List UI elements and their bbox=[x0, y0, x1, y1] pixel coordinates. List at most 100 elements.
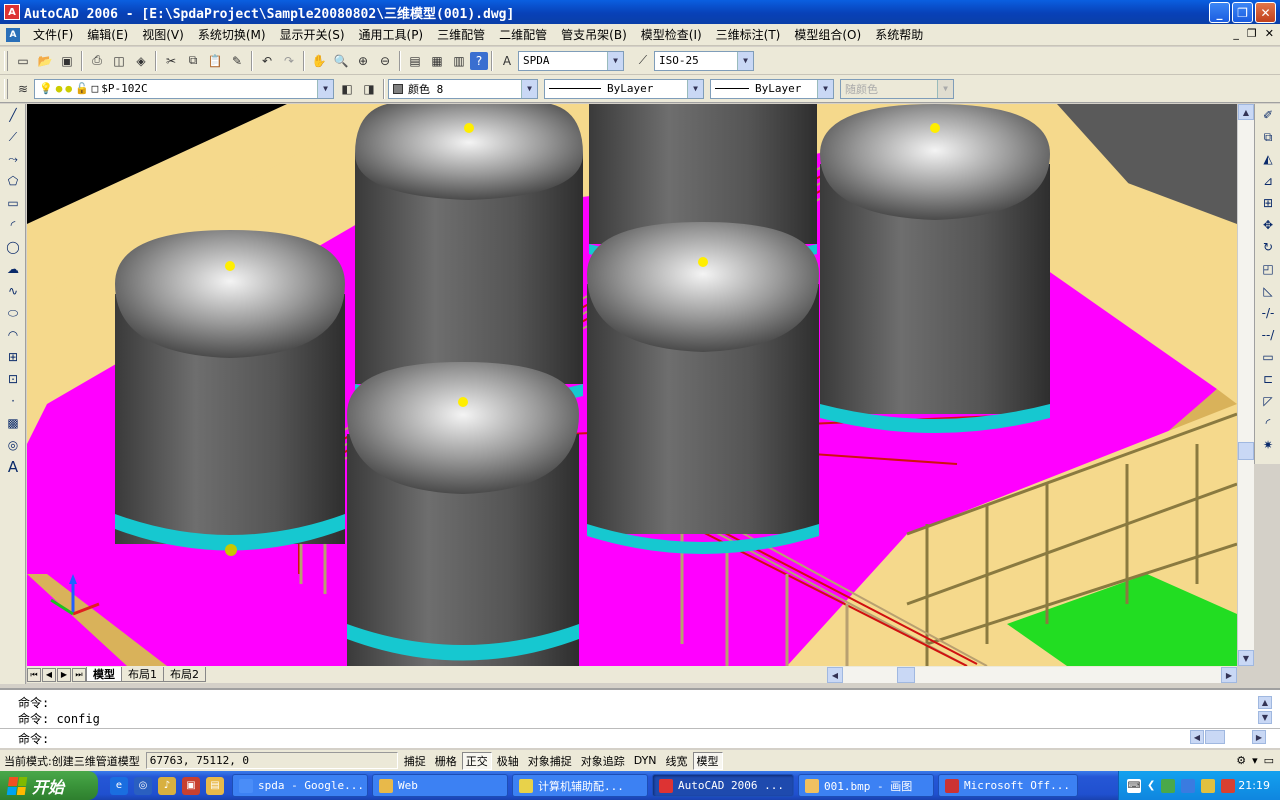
chevron-down-icon[interactable]: ▼ bbox=[317, 79, 333, 98]
construction-line-icon[interactable]: ⟋ bbox=[0, 126, 26, 148]
restore-button[interactable]: ❐ bbox=[1232, 2, 1253, 23]
minimize-button[interactable]: _ bbox=[1209, 2, 1230, 23]
offset-icon[interactable]: ⊿ bbox=[1255, 170, 1280, 192]
clean-screen-icon[interactable]: ▭ bbox=[1264, 754, 1274, 767]
antivirus-icon[interactable] bbox=[1221, 778, 1236, 793]
chevron-down-icon[interactable]: ▼ bbox=[521, 79, 537, 98]
polygon-icon[interactable]: ⬠ bbox=[0, 170, 26, 192]
status-toggle-0[interactable]: 捕捉 bbox=[400, 752, 430, 770]
layer-select[interactable]: 💡 ● ● 🔓 □ $P-102C ▼ bbox=[34, 78, 334, 99]
arc-icon[interactable]: ◜ bbox=[0, 214, 26, 236]
menu-system-switch[interactable]: 系统切换(M) bbox=[191, 26, 273, 43]
save-icon[interactable]: ▣ bbox=[56, 50, 78, 72]
autocad-app-icon[interactable]: A bbox=[4, 4, 20, 20]
cmd-scroll-down-icon[interactable]: ▼ bbox=[1258, 711, 1272, 724]
ie-icon[interactable]: e bbox=[110, 776, 128, 795]
lineweight-select[interactable]: ByLayer ▼ bbox=[710, 78, 834, 99]
status-toggle-8[interactable]: 模型 bbox=[692, 751, 723, 770]
array-icon[interactable]: ⊞ bbox=[1255, 192, 1280, 214]
menu-2d-piping[interactable]: 二维配管 bbox=[492, 26, 554, 43]
last-tab-icon[interactable]: ⏭ bbox=[72, 667, 86, 682]
fillet-icon[interactable]: ◜ bbox=[1255, 412, 1280, 434]
polyline-icon[interactable]: ⤳ bbox=[0, 148, 26, 170]
security-icon[interactable] bbox=[1201, 778, 1216, 793]
document-icon[interactable]: A bbox=[6, 27, 20, 42]
horizontal-scroll-thumb[interactable] bbox=[897, 667, 915, 683]
help-icon[interactable]: ? bbox=[470, 51, 488, 70]
toolbar-grip[interactable] bbox=[4, 78, 8, 99]
region-icon[interactable]: ◎ bbox=[0, 434, 26, 456]
design-center-icon[interactable]: ▦ bbox=[426, 50, 448, 72]
new-icon[interactable]: ▭ bbox=[12, 50, 34, 72]
horizontal-scrollbar[interactable]: ◀ ▶ bbox=[827, 667, 1237, 683]
line-icon[interactable]: ╱ bbox=[0, 104, 26, 126]
taskbar-task-1[interactable]: Web bbox=[372, 774, 508, 797]
taskbar-task-0[interactable]: spda - Google... bbox=[232, 774, 368, 797]
menu-view[interactable]: 视图(V) bbox=[135, 26, 191, 43]
menu-file[interactable]: 文件(F) bbox=[26, 26, 80, 43]
scroll-left-icon[interactable]: ◀ bbox=[827, 667, 843, 683]
tab-layout1[interactable]: 布局1 bbox=[121, 667, 164, 682]
chamfer-icon[interactable]: ◸ bbox=[1255, 390, 1280, 412]
properties-icon[interactable]: ▤ bbox=[404, 50, 426, 72]
status-toggle-5[interactable]: 对象追踪 bbox=[577, 752, 629, 770]
undo-icon[interactable]: ↶ bbox=[256, 50, 278, 72]
display-icon[interactable] bbox=[1181, 778, 1196, 793]
rectangle-icon[interactable]: ▭ bbox=[0, 192, 26, 214]
tab-model[interactable]: 模型 bbox=[86, 667, 122, 682]
menu-general-tools[interactable]: 通用工具(P) bbox=[352, 26, 431, 43]
zoom-previous-icon[interactable]: ⊖ bbox=[374, 50, 396, 72]
toolbar-grip[interactable] bbox=[4, 50, 8, 71]
point-icon[interactable]: · bbox=[0, 390, 26, 412]
communication-center-icon[interactable]: ⚙ bbox=[1236, 754, 1246, 767]
extend-icon[interactable]: --/ bbox=[1255, 324, 1280, 346]
menu-3d-dimension[interactable]: 三维标注(T) bbox=[709, 26, 788, 43]
open-icon[interactable]: 📂 bbox=[34, 50, 56, 72]
taskbar-task-3[interactable]: AutoCAD 2006 ... bbox=[652, 774, 794, 797]
status-toggle-7[interactable]: 线宽 bbox=[662, 752, 692, 770]
chevron-down-icon[interactable]: ▼ bbox=[737, 51, 753, 70]
folder-icon[interactable]: ▤ bbox=[206, 776, 224, 795]
ime-icon[interactable]: ⌨ bbox=[1127, 778, 1141, 793]
cmd-hscroll-right-icon[interactable]: ▶ bbox=[1252, 730, 1266, 744]
move-icon[interactable]: ✥ bbox=[1255, 214, 1280, 236]
tab-layout2[interactable]: 布局2 bbox=[163, 667, 206, 682]
scroll-right-icon[interactable]: ▶ bbox=[1221, 667, 1237, 683]
text-icon[interactable]: A bbox=[0, 456, 26, 478]
trim-icon[interactable]: -/- bbox=[1255, 302, 1280, 324]
publish-icon[interactable]: ◈ bbox=[130, 50, 152, 72]
layer-previous-icon[interactable]: ◨ bbox=[358, 78, 380, 100]
vertical-scrollbar[interactable]: ▲ ▼ bbox=[1237, 104, 1254, 666]
copy-object-icon[interactable]: ⧉ bbox=[1255, 126, 1280, 148]
status-toggle-1[interactable]: 栅格 bbox=[431, 752, 461, 770]
zoom-realtime-icon[interactable]: 🔍 bbox=[330, 50, 352, 72]
mirror-icon[interactable]: ◭ bbox=[1255, 148, 1280, 170]
dim-style-icon[interactable]: ⟋ bbox=[632, 50, 654, 72]
menu-edit[interactable]: 编辑(E) bbox=[80, 26, 135, 43]
next-tab-icon[interactable]: ▶ bbox=[57, 667, 71, 682]
menu-model-combine[interactable]: 模型组合(O) bbox=[787, 26, 868, 43]
first-tab-icon[interactable]: ⏮ bbox=[27, 667, 41, 682]
cmd-hscroll-left-icon[interactable]: ◀ bbox=[1190, 730, 1204, 744]
scale-icon[interactable]: ◰ bbox=[1255, 258, 1280, 280]
spline-icon[interactable]: ∿ bbox=[0, 280, 26, 302]
ellipse-icon[interactable]: ⬭ bbox=[0, 302, 26, 324]
redo-icon[interactable]: ↷ bbox=[278, 50, 300, 72]
text-style-icon[interactable]: A bbox=[496, 50, 518, 72]
menu-pipe-supports[interactable]: 管支吊架(B) bbox=[554, 26, 634, 43]
menu-model-check[interactable]: 模型检查(I) bbox=[634, 26, 709, 43]
menu-display-switch[interactable]: 显示开关(S) bbox=[273, 26, 352, 43]
prev-tab-icon[interactable]: ◀ bbox=[42, 667, 56, 682]
chevron-down-icon[interactable]: ▼ bbox=[817, 79, 833, 98]
layer-manager-icon[interactable]: ≋ bbox=[12, 78, 34, 100]
erase-icon[interactable]: ✐ bbox=[1255, 104, 1280, 126]
pan-icon[interactable]: ✋ bbox=[308, 50, 330, 72]
circle-icon[interactable]: ◯ bbox=[0, 236, 26, 258]
taskbar-task-5[interactable]: Microsoft Off... bbox=[938, 774, 1078, 797]
paste-icon[interactable]: 📋 bbox=[204, 50, 226, 72]
mdi-restore-button[interactable]: ❐ bbox=[1247, 27, 1257, 40]
tool-palettes-icon[interactable]: ▥ bbox=[448, 50, 470, 72]
mdi-close-button[interactable]: ✕ bbox=[1265, 27, 1274, 40]
chevron-down-icon[interactable]: ▼ bbox=[687, 79, 703, 98]
break-icon[interactable]: ⊏ bbox=[1255, 368, 1280, 390]
